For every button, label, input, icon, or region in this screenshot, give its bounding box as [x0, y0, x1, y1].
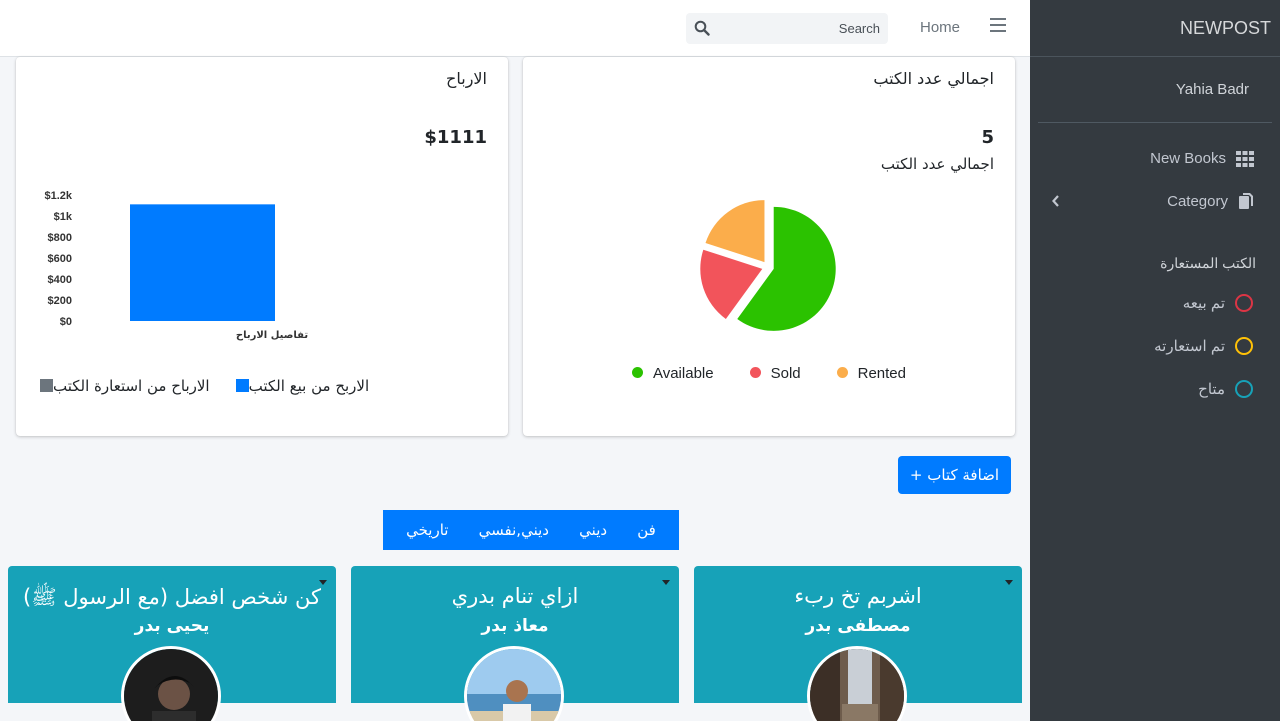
- book-title: كن شخص افضل (مع الرسول ﷺ): [23, 585, 321, 609]
- top-navbar: Home: [0, 0, 1030, 57]
- legend-item[interactable]: Rented: [836, 365, 906, 382]
- avatar: [807, 646, 907, 721]
- copy-icon: [1239, 193, 1253, 209]
- book-card[interactable]: كن شخص افضل (مع الرسول ﷺ) يحيى بدر: [8, 566, 336, 721]
- borrowed-books-header: الكتب المستعارة: [1160, 255, 1256, 271]
- legend-item[interactable]: الاربح من بيع الكتب: [232, 377, 370, 395]
- sidebar-item-available[interactable]: متاح: [1198, 380, 1253, 398]
- pie-legend: Available Sold Rented: [523, 365, 1015, 382]
- y-tick-label: $1.2k: [44, 190, 72, 202]
- card-subtitle: اجمالي عدد الكتب: [880, 155, 994, 173]
- sidebar-item-category[interactable]: Category: [1167, 192, 1254, 210]
- sidebar-item-label: متاح: [1198, 381, 1225, 398]
- legend-label: الارباح من استعارة الكتب: [53, 377, 210, 395]
- grid-icon: [1236, 150, 1254, 167]
- bar: [130, 204, 275, 321]
- book-title: اشربم تخ ربء: [794, 584, 922, 608]
- profits-bar-chart: $0 $200 $400 $600 $800 $1k $1.2k تفاصيل الارباح: [44, 190, 308, 341]
- sidebar-item-label: New Books: [1150, 150, 1226, 167]
- legend-item[interactable]: Sold: [749, 365, 801, 382]
- sidebar-item-label: تم استعارته: [1154, 338, 1225, 355]
- home-link[interactable]: Home: [920, 19, 960, 36]
- avatar: [464, 646, 564, 721]
- user-name[interactable]: Yahia Badr: [1176, 81, 1249, 98]
- search-icon[interactable]: [694, 20, 710, 36]
- user-panel[interactable]: Yahia Badr: [1038, 57, 1272, 123]
- pie-slice: [705, 200, 765, 263]
- sidebar: NEWPOST Yahia Badr New Books Category ال…: [1030, 0, 1280, 721]
- avatar: [121, 646, 221, 721]
- book-author: معاذ بدر: [481, 616, 549, 636]
- sidebar-item-new-books[interactable]: New Books: [1150, 150, 1254, 167]
- legend-dot: [749, 367, 761, 378]
- hamburger-menu-icon[interactable]: [990, 18, 1006, 36]
- search-box[interactable]: [686, 13, 888, 44]
- book-card[interactable]: اشربم تخ ربء مصطفى بدر: [694, 566, 1022, 721]
- sidebar-item-sold[interactable]: تم بيعه: [1183, 294, 1253, 312]
- y-tick-label: $600: [48, 253, 72, 265]
- circle-icon: [1235, 380, 1253, 398]
- legend-swatch: [40, 379, 53, 392]
- sidebar-item-rented[interactable]: تم استعارته: [1154, 337, 1253, 355]
- profits-total: $1111: [424, 127, 487, 148]
- circle-icon: [1235, 337, 1253, 355]
- x-tick-label: تفاصيل الارباح: [236, 330, 308, 341]
- book-title: ازاي تنام بدري: [451, 584, 579, 608]
- card-title: اجمالي عدد الكتب: [873, 69, 994, 88]
- y-tick-label: $800: [48, 232, 72, 244]
- legend-dot: [836, 367, 848, 378]
- book-author: يحيى بدر: [134, 616, 210, 636]
- book-card[interactable]: ازاي تنام بدري معاذ بدر: [351, 566, 679, 721]
- legend-label: الاربح من بيع الكتب: [248, 377, 370, 395]
- circle-icon: [1235, 294, 1253, 312]
- books-count-card: اجمالي عدد الكتب 5 اجمالي عدد الكتب Avai…: [523, 57, 1015, 436]
- legend-label: Sold: [770, 365, 801, 382]
- chevron-left-icon[interactable]: [1052, 192, 1060, 211]
- tab-religious[interactable]: ديني: [579, 521, 607, 539]
- legend-item[interactable]: Available: [631, 365, 714, 382]
- book-author: مصطفى بدر: [805, 616, 911, 636]
- y-tick-label: $1k: [54, 211, 73, 223]
- books-count: 5: [981, 127, 994, 148]
- legend-item[interactable]: الارباح من استعارة الكتب: [36, 377, 210, 395]
- tab-religious-psychological[interactable]: ديني,نفسي: [479, 521, 549, 539]
- sidebar-item-label: Category: [1167, 192, 1228, 210]
- sidebar-item-label: تم بيعه: [1182, 295, 1225, 312]
- search-input[interactable]: [716, 13, 880, 44]
- card-title: الارباح: [446, 69, 487, 88]
- y-tick-label: $200: [48, 295, 72, 307]
- category-tabs: فن ديني ديني,نفسي تاريخي: [383, 510, 679, 550]
- books-pie-chart: [700, 200, 836, 331]
- legend-label: Available: [652, 365, 714, 382]
- legend-label: Rented: [857, 365, 906, 382]
- tab-art[interactable]: فن: [637, 521, 656, 539]
- legend-swatch: [235, 379, 249, 392]
- bar-legend: الاربح من بيع الكتب الارباح من استعارة ا…: [36, 377, 369, 395]
- tab-history[interactable]: تاريخي: [406, 521, 448, 539]
- y-tick-label: $400: [48, 274, 72, 286]
- legend-dot: [631, 367, 643, 378]
- add-book-button[interactable]: + اضافة كتاب: [898, 456, 1011, 494]
- y-tick-label: $0: [60, 316, 72, 328]
- brand-name[interactable]: NEWPOST: [1030, 0, 1280, 57]
- profits-card: الارباح $1111 $0 $200 $400 $600 $800 $1k $1.2k…: [16, 57, 508, 436]
